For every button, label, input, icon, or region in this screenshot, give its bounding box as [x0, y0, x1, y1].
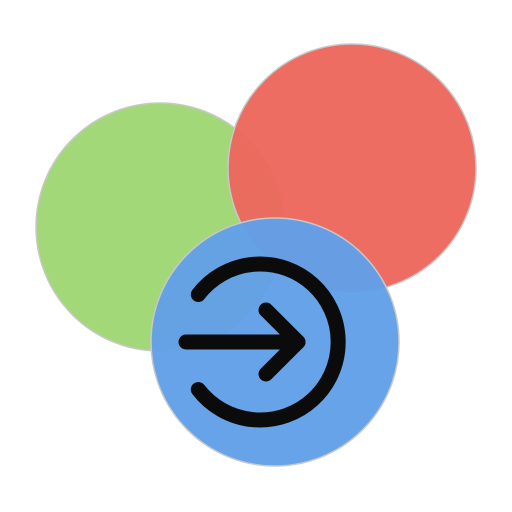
- app-icon-canvas: [0, 0, 512, 512]
- login-icon: [35, 43, 477, 467]
